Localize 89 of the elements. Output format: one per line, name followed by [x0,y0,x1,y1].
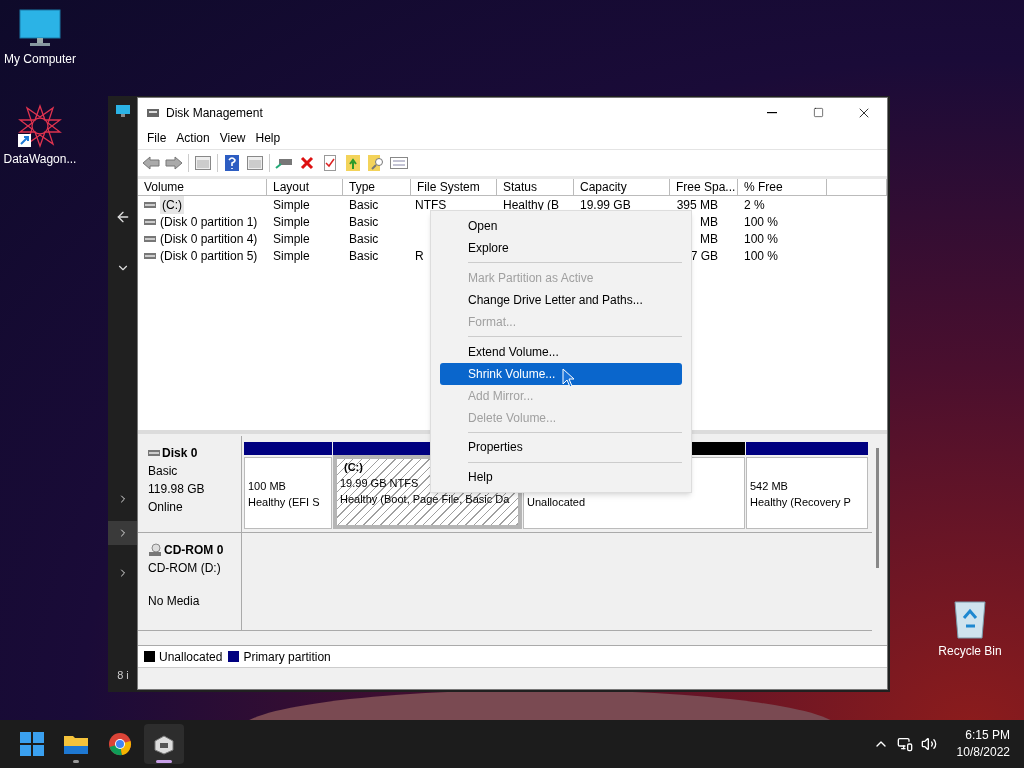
disk-info: 119.98 GB [148,481,206,498]
maximize-icon [812,107,824,118]
panel-icon[interactable] [244,153,266,173]
table-cell-text: Basic [349,213,379,231]
menu-item[interactable]: Shrink Volume... [440,362,682,385]
table-cell-text: NTFS [415,196,447,214]
status-text: 8 i [117,668,129,683]
partition-text: Healthy (Boot, Page File, Basic Da [340,492,510,507]
menu-item[interactable]: View [214,129,251,147]
table-cell-text: Basic [349,230,379,248]
scrollbar[interactable] [876,448,879,568]
partition-text: Healthy (EFI S [248,495,320,510]
table-cell[interactable]: (Disk 0 partition 4) [160,229,258,248]
column-header[interactable]: Type [343,179,411,195]
partition-text: 19.99 GB NTFS [340,476,419,491]
clock[interactable]: 6:15 PM 10/8/2022 [956,727,1010,761]
back-arrow-icon[interactable] [115,209,131,225]
nav-item[interactable] [108,521,138,545]
table-cell-text: Simple [273,230,310,248]
column-header[interactable]: % Free [738,179,827,195]
running-indicator [156,760,172,763]
drive-icon [148,450,160,456]
table-cell-text: Basic [349,196,379,214]
menu-item[interactable]: Change Drive Letter and Paths... [440,288,682,311]
drive-icon [144,201,156,208]
menu-item[interactable]: Explore [440,237,682,259]
table-cell-text: Healthy (B [503,196,560,214]
disk-info: No Media [148,593,201,610]
drive-icon [144,252,156,259]
table-cell-text: MB [700,213,718,231]
table-cell-text: 2 % [744,196,765,214]
taskbar-app[interactable] [144,724,184,764]
cd-drive-icon [148,543,162,557]
disk-name: Disk 0 [162,445,198,462]
column-header[interactable]: Volume [138,179,267,195]
desktop-icon[interactable]: DataWagon... [0,104,80,167]
table-cell-text: Basic [349,247,379,265]
column-header[interactable]: Free Spa... [670,179,738,195]
table-cell[interactable]: (Disk 0 partition 5) [160,246,258,265]
monitor-icon [18,8,62,48]
table-cell-text: 100 % [744,247,779,265]
column-header[interactable]: Status [497,179,574,195]
desktop-icon[interactable]: My Computer [0,8,80,67]
menu-item[interactable]: Action [171,129,215,147]
speaker-icon[interactable] [920,736,937,752]
table-cell-text: 19.99 GB [580,196,631,214]
partition-text: 542 MB [750,479,788,494]
table-cell-text: Simple [273,247,310,265]
partition-text: (C:) [343,460,363,475]
menu-item[interactable]: Extend Volume... [440,340,682,363]
mouse-pointer-icon [562,368,575,388]
menu-item[interactable]: Open [440,215,682,237]
legend-label: Primary partition [243,648,331,666]
disk-info: Online [148,499,184,516]
table-cell-text: Simple [273,196,310,214]
browser-icon [108,732,132,756]
star-burst-icon [17,104,63,148]
legend-label: Unallocated [159,648,223,666]
drive-icon [144,218,156,225]
table-cell-text: MB [700,230,718,248]
table-cell[interactable]: (Disk 0 partition 1) [160,212,258,231]
column-header[interactable]: File System [411,179,497,195]
windows-logo-icon [20,732,44,756]
table-cell-text: Simple [273,213,310,231]
menu-item[interactable]: File [142,129,172,147]
disk-name: CD-ROM 0 [164,542,224,559]
forward-arrow-icon[interactable] [163,153,185,173]
column-header[interactable]: Capacity [574,179,670,195]
menu-item[interactable]: Help [250,129,286,147]
table-cell-text: 100 % [744,230,779,248]
table-cell-text: R [415,247,424,265]
panel-icon[interactable] [192,153,214,173]
partition-text: Healthy (Recovery P [750,495,851,510]
disk-info: Basic [148,463,179,480]
drive-icon [144,235,156,242]
table-cell-text: 395 MB [676,196,718,214]
running-indicator [73,760,79,763]
desktop-icon[interactable]: Recycle Bin [930,596,1010,659]
monitor-icon [115,104,131,118]
disk-tool-icon [152,733,176,755]
disk-info: CD-ROM (D:) [148,560,222,577]
partition-text: Unallocated [527,495,586,510]
partition-text: 100 MB [248,479,286,494]
network-icon[interactable] [896,736,913,752]
minimize-icon [767,111,777,114]
window-title: Disk Management [166,104,263,122]
folder-icon [63,733,89,755]
table-cell-text: 100 % [744,213,779,231]
column-header[interactable]: Layout [267,179,343,195]
